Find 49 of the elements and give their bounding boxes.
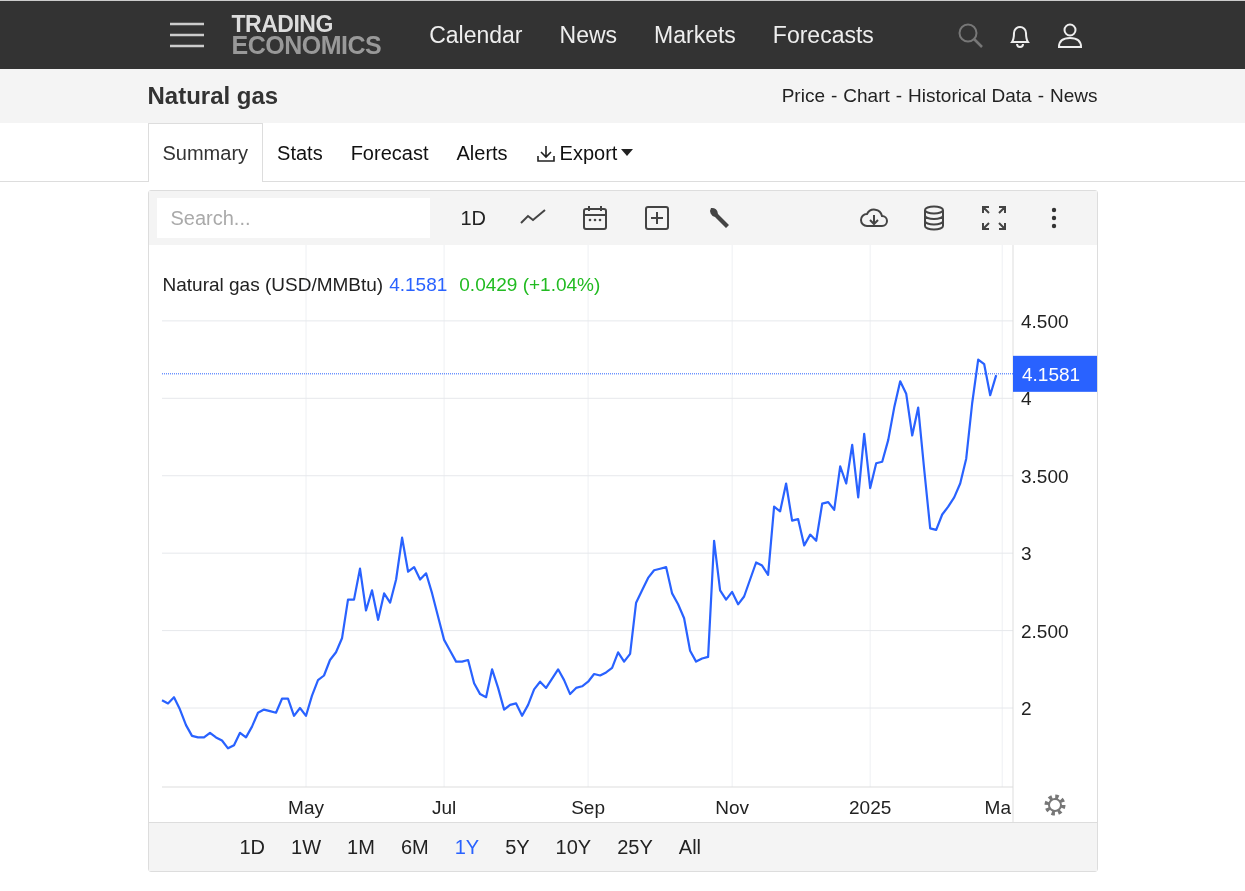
range-button[interactable]: 10Y bbox=[542, 835, 605, 859]
interval-button[interactable]: 1D bbox=[460, 206, 487, 230]
tab[interactable]: Forecast bbox=[336, 123, 443, 182]
axis-label: 2 bbox=[1020, 698, 1032, 719]
search-field[interactable]: Search... bbox=[156, 198, 430, 238]
export-dropdown[interactable]: Export bbox=[521, 123, 648, 182]
axis-label: 2.500 bbox=[1020, 620, 1069, 642]
nav-link[interactable]: Forecasts bbox=[772, 21, 874, 49]
axis-label: Ma bbox=[984, 797, 1011, 818]
axis-label: 3 bbox=[1020, 543, 1032, 565]
page-title: Natural gas bbox=[147, 82, 279, 110]
separator: - bbox=[895, 85, 903, 107]
separator: - bbox=[831, 85, 838, 107]
axis-label: 4.500 bbox=[1020, 310, 1069, 332]
price-value: 4.1581 bbox=[389, 274, 448, 296]
nav-link[interactable]: Calendar bbox=[429, 21, 523, 49]
separator: - bbox=[1037, 85, 1044, 107]
tab[interactable]: Summary bbox=[147, 123, 264, 182]
axis-label: 3.500 bbox=[1020, 465, 1069, 487]
range-button[interactable]: 6M bbox=[387, 835, 442, 859]
range-button[interactable]: 1Y bbox=[441, 835, 493, 859]
range-button[interactable]: 25Y bbox=[604, 835, 666, 859]
range-button[interactable]: 1D bbox=[226, 835, 279, 859]
header-link[interactable]: Price bbox=[781, 85, 825, 107]
range-button[interactable]: 5Y bbox=[492, 835, 543, 859]
price-change: 0.0429 (+1.04%) bbox=[459, 274, 601, 296]
logo[interactable]: TRADING ECONOMICS bbox=[231, 14, 382, 56]
axis-label: Jul bbox=[431, 797, 456, 818]
header-link[interactable]: Historical Data bbox=[908, 85, 1032, 107]
price-tag: 4.1581 bbox=[1012, 355, 1097, 392]
header-link[interactable]: Chart bbox=[843, 85, 890, 107]
tab[interactable]: Alerts bbox=[442, 123, 522, 182]
caret-icon bbox=[621, 149, 634, 157]
tab[interactable]: Stats bbox=[263, 123, 337, 182]
axis-label: May bbox=[287, 797, 324, 818]
user-icon[interactable] bbox=[1055, 21, 1084, 49]
header-link[interactable]: News bbox=[1050, 85, 1098, 107]
nav-link[interactable]: Markets bbox=[654, 21, 736, 49]
settings-icon[interactable] bbox=[1044, 794, 1065, 816]
download-icon bbox=[535, 143, 556, 163]
axis-label: Nov bbox=[714, 797, 749, 818]
axis-label: Sep bbox=[570, 797, 605, 818]
axis-label: 2025 bbox=[848, 797, 891, 818]
range-button[interactable]: All bbox=[665, 835, 715, 859]
nav-link[interactable]: News bbox=[559, 21, 618, 49]
range-button[interactable]: 1M bbox=[334, 835, 388, 859]
menu-icon[interactable] bbox=[169, 22, 204, 48]
legend-title: Natural gas (USD/MMBtu) bbox=[162, 274, 384, 296]
range-button[interactable]: 1W bbox=[278, 835, 335, 859]
